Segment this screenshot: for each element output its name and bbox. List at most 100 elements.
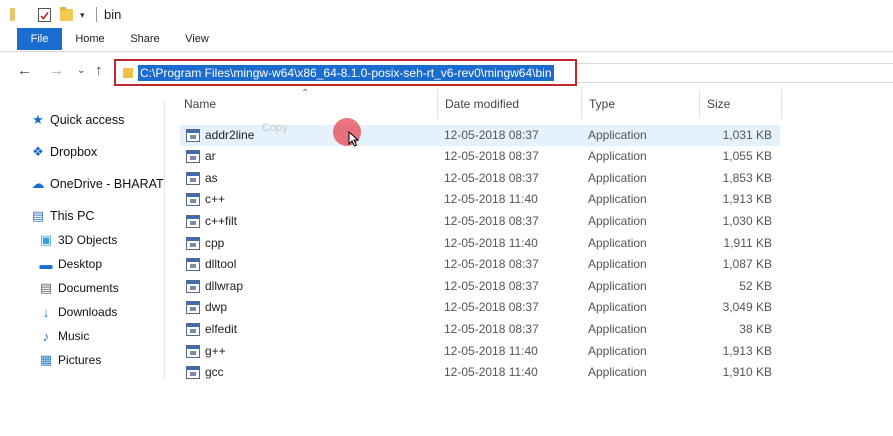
address-bar[interactable]: C:\Program Files\mingw-w64\x86_64-8.1.0-…	[114, 59, 577, 86]
application-icon	[186, 193, 200, 207]
nav-item-label: This PC	[50, 209, 95, 223]
nav-item-quick-access[interactable]: ★ Quick access	[30, 109, 124, 131]
file-row[interactable]: dllwrap 12-05-2018 08:37 Application 52 KB	[180, 276, 780, 298]
nav-item-label: OneDrive - BHARATI	[50, 177, 165, 191]
file-name: g++	[205, 343, 226, 358]
forward-arrow-icon[interactable]: →	[49, 62, 64, 79]
nav-item-documents[interactable]: ▤ Documents	[38, 277, 119, 299]
download-icon: ↓	[42, 304, 50, 320]
back-arrow-icon[interactable]: ←	[17, 62, 32, 79]
file-name: dwp	[205, 300, 228, 315]
file-size: 1,055 KB	[722, 149, 772, 164]
column-header-date-modified[interactable]: Date modified	[438, 90, 582, 118]
file-row[interactable]: c++filt 12-05-2018 08:37 Application 1,030 …	[180, 211, 780, 233]
file-name: c++	[205, 192, 226, 207]
file-date-modified: 12-05-2018 08:37	[444, 127, 539, 142]
nav-item-desktop[interactable]: ▬ Desktop	[38, 253, 103, 275]
file-row[interactable]: ar 12-05-2018 08:37 Application 1,055 KB	[180, 146, 780, 168]
window-title: bin	[104, 7, 122, 22]
nav-item-label: Documents	[58, 281, 119, 295]
file-name: ar	[205, 149, 216, 164]
nav-item-downloads[interactable]: ↓ Downloads	[38, 301, 118, 323]
file-date-modified: 12-05-2018 11:40	[444, 235, 538, 250]
file-row[interactable]: elfedit 12-05-2018 08:37 Application 38 KB	[180, 319, 780, 341]
file-size: 1,913 KB	[722, 192, 772, 207]
file-type: Application	[588, 192, 647, 207]
folder-icon	[123, 68, 133, 78]
file-name: as	[205, 170, 218, 185]
file-type: Application	[588, 235, 647, 250]
application-icon	[186, 366, 200, 380]
nav-item-3d-objects[interactable]: ▣ 3D Objects	[38, 229, 118, 251]
application-icon	[186, 150, 200, 164]
file-row[interactable]: as 12-05-2018 08:37 Application 1,853 KB	[180, 168, 780, 190]
application-icon	[186, 344, 200, 358]
file-row[interactable]: g++ 12-05-2018 11:40 Application 1,913 KB	[180, 341, 780, 363]
file-name: elfedit	[205, 321, 238, 336]
file-name: dlltool	[205, 257, 237, 272]
file-row[interactable]: c++ 12-05-2018 11:40 Application 1,913 KB	[180, 189, 780, 211]
application-icon	[186, 322, 200, 336]
cube-icon: ▣	[39, 232, 53, 247]
computer-icon: ▤	[31, 208, 45, 223]
file-size: 38 KB	[739, 321, 772, 336]
column-header-name[interactable]: Name	[177, 90, 438, 118]
nav-item-label: Downloads	[58, 305, 118, 319]
file-row[interactable]: dlltool 12-05-2018 08:37 Application 1,087 …	[180, 254, 780, 276]
file-row[interactable]: gcc 12-05-2018 11:40 Application 1,910 KB	[180, 362, 780, 384]
file-row[interactable]: dwp 12-05-2018 08:37 Application 3,049 KB	[180, 297, 780, 319]
tab-share[interactable]: Share	[121, 28, 169, 50]
file-date-modified: 12-05-2018 08:37	[444, 321, 539, 336]
file-date-modified: 12-05-2018 08:37	[444, 213, 539, 228]
file-type: Application	[588, 343, 647, 358]
file-row[interactable]: cpp 12-05-2018 11:40 Application 1,911 KB	[180, 233, 780, 255]
document-icon: ▤	[39, 280, 53, 295]
file-type: Application	[588, 321, 647, 336]
tab-view[interactable]: View	[175, 28, 219, 50]
nav-item-onedrive[interactable]: ☁ OneDrive - BHARATI	[30, 173, 165, 195]
application-icon	[186, 128, 200, 142]
file-name: gcc	[205, 365, 224, 380]
nav-item-pictures[interactable]: ▦ Pictures	[38, 349, 102, 371]
nav-item-label: Dropbox	[50, 145, 98, 159]
new-folder-icon[interactable]	[60, 7, 73, 21]
title-separator	[96, 7, 97, 22]
up-arrow-icon[interactable]: ↑	[95, 62, 103, 79]
file-size: 1,910 KB	[722, 365, 772, 380]
drag-copy-hint: Copy	[262, 122, 288, 134]
application-icon	[186, 258, 200, 272]
column-header-size[interactable]: Size	[700, 90, 782, 118]
file-size: 52 KB	[739, 278, 772, 293]
file-size: 3,049 KB	[722, 300, 772, 315]
file-date-modified: 12-05-2018 08:37	[444, 278, 539, 293]
file-size: 1,030 KB	[722, 213, 772, 228]
nav-item-label: Pictures	[58, 353, 102, 367]
properties-check-icon[interactable]	[38, 8, 51, 22]
mouse-pointer-icon	[348, 131, 360, 147]
nav-item-label: Music	[58, 329, 90, 343]
application-icon	[186, 214, 200, 228]
file-size: 1,911 KB	[723, 235, 772, 250]
customize-quick-access-icon[interactable]: ▾	[80, 10, 92, 24]
address-path[interactable]: C:\Program Files\mingw-w64\x86_64-8.1.0-…	[138, 65, 554, 81]
tab-home[interactable]: Home	[66, 28, 114, 50]
file-date-modified: 12-05-2018 11:40	[444, 192, 538, 207]
file-date-modified: 12-05-2018 08:37	[444, 149, 539, 164]
application-icon	[186, 301, 200, 315]
file-size: 1,031 KB	[722, 127, 772, 142]
file-name: dllwrap	[205, 278, 244, 293]
file-name: addr2line	[205, 127, 255, 142]
nav-item-dropbox[interactable]: ❖ Dropbox	[30, 141, 97, 163]
nav-item-this-pc[interactable]: ▤ This PC	[30, 205, 95, 227]
dropbox-icon: ❖	[32, 144, 44, 159]
nav-item-music[interactable]: ♪ Music	[38, 325, 90, 347]
file-date-modified: 12-05-2018 08:37	[444, 170, 539, 185]
recent-locations-chevron-icon[interactable]: ⌄	[77, 65, 85, 76]
column-header-type[interactable]: Type	[582, 90, 700, 118]
picture-icon: ▦	[39, 352, 53, 367]
tab-file[interactable]: File	[17, 28, 62, 50]
file-type: Application	[588, 278, 647, 293]
application-icon	[186, 171, 200, 185]
address-bar-extension[interactable]	[576, 63, 893, 83]
title-bar: ▾ bin	[0, 0, 893, 28]
